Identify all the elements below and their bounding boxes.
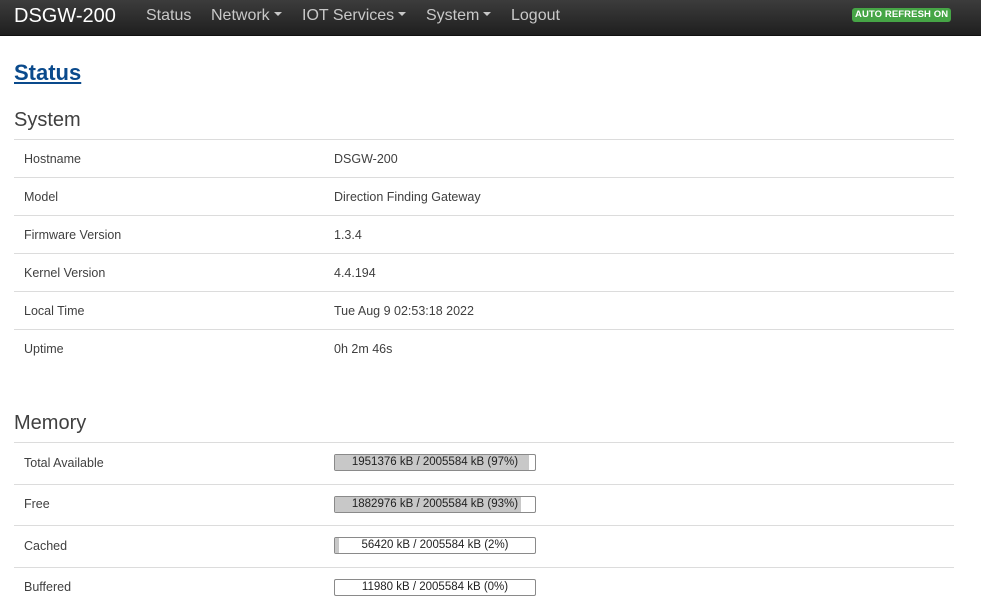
row-key: Uptime (24, 342, 64, 356)
row-value: 4.4.194 (334, 266, 376, 280)
table-row: Cached 56420 kB / 2005584 kB (2%) (14, 525, 954, 567)
memory-progress-bar: 1951376 kB / 2005584 kB (97%) (334, 454, 536, 471)
progress-text: 1951376 kB / 2005584 kB (97%) (351, 456, 519, 468)
system-table: Hostname DSGW-200 Model Direction Findin… (14, 139, 954, 367)
table-row: Total Available 1951376 kB / 2005584 kB … (14, 442, 954, 484)
caret-down-icon (483, 11, 492, 16)
row-key: Model (24, 190, 59, 204)
progress-text: 1882976 kB / 2005584 kB (93%) (351, 498, 519, 510)
table-row: Uptime 0h 2m 46s (14, 329, 954, 367)
row-key: Kernel Version (24, 266, 106, 280)
caret-down-icon (273, 11, 282, 16)
table-row: Model Direction Finding Gateway (14, 177, 954, 215)
system-section-title: System (14, 109, 81, 131)
memory-section-title: Memory (14, 412, 87, 434)
menu-logout[interactable]: Logout (511, 7, 560, 25)
menu-logout-label: Logout (511, 7, 560, 24)
table-row: Free 1882976 kB / 2005584 kB (93%) (14, 484, 954, 525)
table-row: Firmware Version 1.3.4 (14, 215, 954, 253)
memory-table: Total Available 1951376 kB / 2005584 kB … (14, 442, 954, 609)
row-value: 1.3.4 (334, 228, 362, 242)
table-row: Kernel Version 4.4.194 (14, 253, 954, 291)
page-title: Status (14, 60, 82, 85)
menu-status-label: Status (146, 7, 192, 24)
menu-network-label: Network (211, 7, 270, 24)
memory-progress-bar: 56420 kB / 2005584 kB (2%) (334, 537, 536, 554)
row-key: Total Available (24, 456, 104, 470)
menu-status[interactable]: Status (146, 7, 191, 25)
row-value: DSGW-200 (334, 152, 398, 166)
progress-text: 56420 kB / 2005584 kB (2%) (361, 539, 509, 551)
table-row: Hostname DSGW-200 (14, 139, 954, 177)
row-key: Cached (24, 539, 68, 553)
menu-system-label: System (426, 7, 480, 24)
table-row: Buffered 11980 kB / 2005584 kB (0%) (14, 567, 954, 609)
memory-progress-bar: 11980 kB / 2005584 kB (0%) (334, 579, 536, 596)
row-key: Local Time (24, 304, 85, 318)
menu-iot-services[interactable]: IOT Services (302, 7, 407, 25)
menu-iot-services-label: IOT Services (302, 7, 395, 24)
top-navbar: DSGW-200 Status Network IOT Services Sys… (0, 0, 981, 36)
caret-down-icon (398, 11, 407, 16)
row-value: Direction Finding Gateway (334, 190, 481, 204)
row-key: Firmware Version (24, 228, 122, 242)
menu-system[interactable]: System (426, 7, 492, 25)
memory-progress-bar: 1882976 kB / 2005584 kB (93%) (334, 496, 536, 513)
row-value: 0h 2m 46s (334, 342, 393, 356)
row-key: Buffered (24, 580, 72, 594)
row-value: Tue Aug 9 02:53:18 2022 (334, 304, 474, 318)
menu-network[interactable]: Network (211, 7, 282, 25)
row-key: Hostname (24, 152, 81, 166)
table-row: Local Time Tue Aug 9 02:53:18 2022 (14, 291, 954, 329)
progress-text: 11980 kB / 2005584 kB (0%) (361, 581, 509, 593)
auto-refresh-toggle[interactable]: AUTO REFRESH ON (852, 8, 952, 22)
row-key: Free (24, 497, 50, 511)
brand-logo[interactable]: DSGW-200 (14, 5, 116, 28)
